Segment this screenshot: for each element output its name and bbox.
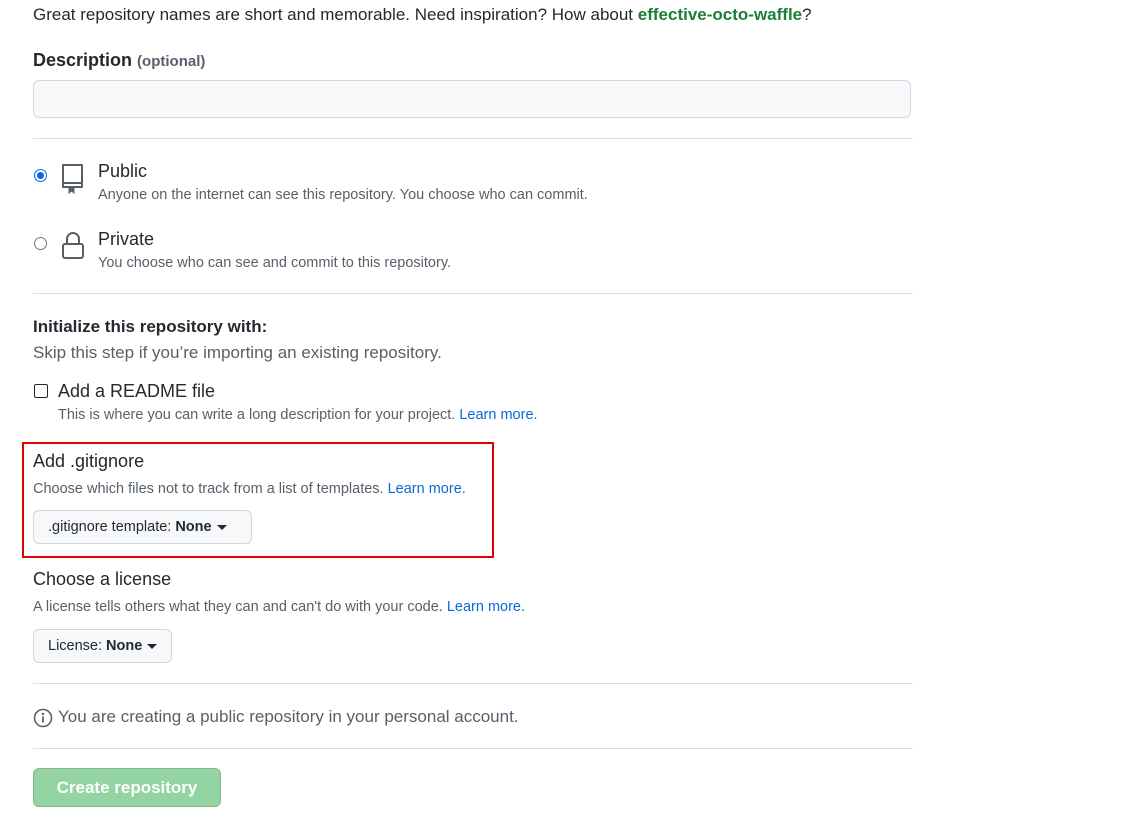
description-optional-tag: (optional)	[137, 53, 206, 70]
repo-name-suggestion[interactable]: effective-octo-waffle	[638, 5, 802, 24]
divider	[33, 138, 913, 139]
license-help-text: A license tells others what they can and…	[33, 599, 443, 615]
public-subtitle: Anyone on the internet can see this repo…	[98, 187, 588, 203]
repo-name-hint-suffix: ?	[802, 5, 812, 24]
readme-learn-more-link[interactable]: Learn more.	[459, 407, 537, 423]
create-repository-button[interactable]: Create repository	[33, 768, 221, 807]
initialize-subtitle: Skip this step if you’re importing an ex…	[33, 343, 442, 362]
license-learn-more-link[interactable]: Learn more.	[447, 599, 525, 615]
license-title: Choose a license	[33, 569, 172, 589]
readme-help-text: This is where you can write a long descr…	[58, 407, 456, 423]
description-label: Description (optional)	[33, 50, 205, 71]
initialize-title: Initialize this repository with:	[33, 317, 268, 336]
license-select-prefix: License:	[48, 638, 103, 654]
description-label-text: Description	[33, 50, 133, 70]
divider	[33, 748, 913, 749]
private-title[interactable]: Private	[98, 229, 154, 250]
divider	[33, 683, 913, 684]
private-subtitle: You choose who can see and commit to thi…	[98, 255, 452, 271]
private-radio[interactable]	[34, 237, 47, 250]
info-icon	[33, 708, 53, 733]
description-input[interactable]	[33, 80, 911, 118]
lock-icon	[60, 231, 86, 266]
highlight-box	[22, 442, 494, 558]
license-select-value: None	[106, 638, 143, 654]
public-radio[interactable]	[34, 169, 47, 182]
repo-name-hint: Great repository names are short and mem…	[33, 5, 812, 25]
caret-down-icon	[147, 643, 158, 649]
divider	[33, 293, 913, 294]
license-select[interactable]: License: None	[33, 629, 172, 663]
license-help: A license tells others what they can and…	[33, 599, 525, 615]
readme-checkbox[interactable]	[34, 384, 48, 398]
readme-label[interactable]: Add a README file	[58, 381, 215, 402]
readme-help: This is where you can write a long descr…	[58, 407, 538, 423]
public-title[interactable]: Public	[98, 161, 147, 182]
repo-name-hint-text: Great repository names are short and mem…	[33, 5, 638, 24]
info-text: You are creating a public repository in …	[58, 707, 519, 726]
repo-icon	[60, 162, 86, 199]
